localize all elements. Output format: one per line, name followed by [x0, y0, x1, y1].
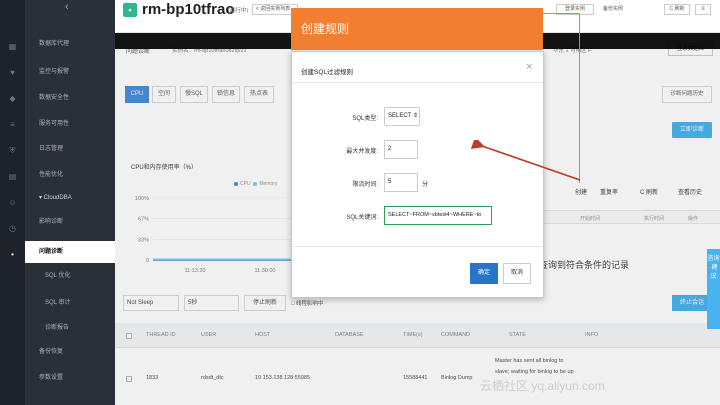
limit-time-stepper[interactable]: 5 — [384, 173, 418, 192]
annotation-arrow — [470, 140, 581, 181]
sidebar-item-3[interactable]: 服务可用性 — [25, 113, 115, 135]
back-chevron-icon[interactable]: ‹ — [65, 1, 69, 13]
backup-instance-button[interactable]: 备份实例 — [603, 4, 637, 15]
sidebar-item-0[interactable]: 数据库代理 — [25, 33, 115, 55]
sidebar-item-2[interactable]: 数据安全性 — [25, 87, 115, 109]
sidebar-item-5[interactable]: 性能优化 — [25, 164, 115, 186]
dialog-divider — [292, 82, 543, 83]
sidebar-item-9[interactable]: SQL 优化 — [25, 265, 115, 287]
dialog-footer-divider — [292, 246, 543, 247]
sidebar-item-6[interactable]: ▾ CloudDBA — [25, 187, 115, 209]
create-rule-banner: 创建规则 — [291, 8, 543, 50]
cancel-button[interactable]: 取消 — [503, 263, 531, 284]
max-concurrency-value: 2 — [388, 146, 392, 152]
sql-keyword-label: SQL关键词: — [346, 215, 378, 221]
more-menu-button[interactable]: ≡ — [695, 4, 711, 15]
dialog-title: 创建SQL过滤规则 — [301, 69, 354, 76]
refresh-button[interactable]: C 刷新 — [664, 4, 690, 15]
run-state: (运行中) — [228, 8, 249, 14]
sql-type-select[interactable]: SELECT ⇕ — [384, 107, 420, 126]
sidebar: ‹ 数据库代理监控与报警数据安全性服务可用性日志管理性能优化 ▾ CloudDBA… — [25, 0, 115, 405]
callout-line — [543, 13, 580, 14]
sidebar-item-12[interactable]: 备份恢复 — [25, 341, 115, 363]
limit-time-unit: 分 — [422, 182, 429, 188]
heart-icon[interactable]: ♥ — [8, 68, 17, 77]
sql-type-label: SQL类型: — [352, 116, 378, 122]
confirm-button[interactable]: 确定 — [470, 263, 498, 284]
close-icon[interactable]: × — [526, 61, 532, 73]
sidebar-item-13[interactable]: 参数设置 — [25, 367, 115, 389]
clock-icon[interactable]: ◷ — [8, 224, 17, 233]
max-concurrency-label: 最大并发度: — [346, 149, 378, 155]
user-icon[interactable]: ☺ — [8, 198, 17, 207]
sidebar-item-1[interactable]: 监控与报警 — [25, 61, 115, 83]
limit-time-value: 5 — [388, 179, 392, 185]
feedback-float-tab[interactable]: 咨询·建议 — [707, 249, 720, 329]
sql-keyword-input[interactable]: SELECT~FROM~sbtest4~WHERE~to — [384, 206, 492, 225]
sidebar-item-7[interactable]: 影响诊断 — [25, 211, 115, 233]
app-rail: ▦ ♥ ◆ ≡ ⛨ ▤ ☺ ◷ • — [0, 0, 25, 405]
sidebar-item-4[interactable]: 日志管理 — [25, 138, 115, 160]
layers-icon[interactable]: ≡ — [8, 120, 17, 129]
db-icon[interactable]: ◆ — [8, 94, 17, 103]
instance-logo-icon: ▪ — [123, 3, 137, 17]
sidebar-item-10[interactable]: SQL 审计 — [25, 292, 115, 314]
limit-time-label: 限流时间: — [352, 182, 378, 188]
sidebar-item-8[interactable]: 问题诊断 — [25, 241, 115, 263]
chart-icon[interactable]: ▤ — [8, 172, 17, 181]
grid-icon[interactable]: ▦ — [8, 42, 17, 51]
watermark: 云栖社区 yq.aliyun.com — [480, 379, 605, 393]
sql-type-value: SELECT — [388, 113, 412, 119]
shield-icon[interactable]: ⛨ — [8, 146, 17, 155]
max-concurrency-stepper[interactable]: 2 — [384, 140, 418, 159]
dot-icon[interactable]: • — [8, 250, 17, 259]
select-arrows-icon: ⇕ — [412, 113, 418, 119]
instance-title: rm-bp10tfrao — [142, 1, 235, 18]
sidebar-item-11[interactable]: 诊断报告 — [25, 317, 115, 339]
